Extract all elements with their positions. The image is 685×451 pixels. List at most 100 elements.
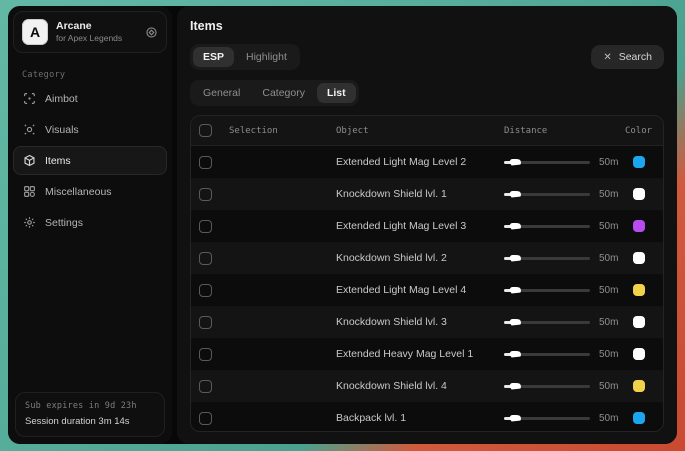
object-name: Knockdown Shield lvl. 4 xyxy=(336,380,504,392)
table-row[interactable]: Extended Heavy Mag Level 1 50m xyxy=(191,338,663,370)
category-section-label: Category xyxy=(22,70,158,80)
color-swatch[interactable] xyxy=(633,156,645,168)
distance-cell: 50m xyxy=(504,349,622,360)
sidebar-item-label: Miscellaneous xyxy=(45,186,112,198)
row-checkbox[interactable] xyxy=(199,412,212,425)
slider-handle[interactable] xyxy=(509,223,521,230)
slider-handle[interactable] xyxy=(509,255,521,262)
distance-cell: 50m xyxy=(504,189,622,200)
tab-esp[interactable]: ESP xyxy=(193,47,234,67)
color-swatch[interactable] xyxy=(633,412,645,424)
shield-badge-icon[interactable] xyxy=(145,26,158,39)
controls-row: ESPHighlight ✕ Search xyxy=(190,44,664,70)
tab-list[interactable]: List xyxy=(317,83,356,103)
table-row[interactable]: Backpack lvl. 150m xyxy=(191,402,663,432)
distance-cell: 50m xyxy=(504,381,622,392)
row-checkbox-cell xyxy=(199,220,229,233)
tab-general[interactable]: General xyxy=(193,83,250,103)
object-name: Extended Light Mag Level 3 xyxy=(336,220,504,232)
distance-value: 50m xyxy=(599,317,618,328)
table-row[interactable]: Extended Light Mag Level 350m xyxy=(191,210,663,242)
row-checkbox[interactable] xyxy=(199,348,212,361)
color-swatch[interactable] xyxy=(633,316,645,328)
color-swatch[interactable] xyxy=(633,220,645,232)
color-swatch[interactable] xyxy=(633,284,645,296)
row-checkbox[interactable] xyxy=(199,380,212,393)
row-checkbox[interactable] xyxy=(199,252,212,265)
distance-cell: 50m xyxy=(504,285,622,296)
sub-expiry-text: Sub expires in 9d 23h xyxy=(25,400,155,414)
distance-slider[interactable] xyxy=(504,350,590,358)
distance-slider[interactable] xyxy=(504,318,590,326)
color-cell xyxy=(622,380,655,392)
view-tabs: GeneralCategoryList xyxy=(190,80,359,106)
slider-handle[interactable] xyxy=(509,351,521,358)
app-window: A Arcane for Apex Legends Category Aimbo… xyxy=(8,6,677,444)
subscription-info-box: Sub expires in 9d 23h Session duration 3… xyxy=(15,392,165,437)
sidebar-item-aimbot[interactable]: Aimbot xyxy=(13,84,167,113)
table-body: Extended Light Mag Level 250mKnockdown S… xyxy=(191,146,663,432)
row-checkbox-cell xyxy=(199,348,229,361)
slider-handle[interactable] xyxy=(509,383,521,390)
app-logo: A xyxy=(22,19,48,45)
distance-value: 50m xyxy=(599,381,618,392)
search-button[interactable]: ✕ Search xyxy=(591,45,664,69)
distance-slider[interactable] xyxy=(504,222,590,230)
tab-category[interactable]: Category xyxy=(252,83,315,103)
row-checkbox[interactable] xyxy=(199,188,212,201)
sidebar-item-label: Visuals xyxy=(45,124,79,136)
table-row[interactable]: Extended Light Mag Level 250m xyxy=(191,146,663,178)
row-checkbox[interactable] xyxy=(199,284,212,297)
slider-handle[interactable] xyxy=(509,287,521,294)
sidebar-spacer xyxy=(8,237,172,385)
row-checkbox-cell xyxy=(199,380,229,393)
sidebar-item-miscellaneous[interactable]: Miscellaneous xyxy=(13,177,167,206)
sidebar-item-items[interactable]: Items xyxy=(13,146,167,175)
row-checkbox[interactable] xyxy=(199,220,212,233)
row-checkbox[interactable] xyxy=(199,316,212,329)
distance-slider[interactable] xyxy=(504,190,590,198)
sidebar-item-visuals[interactable]: Visuals xyxy=(13,115,167,144)
color-cell xyxy=(622,348,655,360)
distance-slider[interactable] xyxy=(504,254,590,262)
table-row[interactable]: Extended Light Mag Level 450m xyxy=(191,274,663,306)
sidebar-item-label: Aimbot xyxy=(45,93,78,105)
distance-slider[interactable] xyxy=(504,286,590,294)
distance-slider[interactable] xyxy=(504,158,590,166)
slider-handle[interactable] xyxy=(509,191,521,198)
color-cell xyxy=(622,188,655,200)
color-swatch[interactable] xyxy=(633,348,645,360)
object-name: Extended Heavy Mag Level 1 xyxy=(336,348,504,360)
color-swatch[interactable] xyxy=(633,188,645,200)
sidebar-item-label: Items xyxy=(45,155,71,167)
color-cell xyxy=(622,316,655,328)
table-row[interactable]: Knockdown Shield lvl. 250m xyxy=(191,242,663,274)
object-name: Extended Light Mag Level 2 xyxy=(336,156,504,168)
distance-cell: 50m xyxy=(504,221,622,232)
header-distance: Distance xyxy=(504,126,622,136)
select-all-checkbox[interactable] xyxy=(199,124,212,137)
header-color: Color xyxy=(622,126,655,136)
table-row[interactable]: Knockdown Shield lvl. 4 50m xyxy=(191,370,663,402)
distance-value: 50m xyxy=(599,413,618,424)
distance-slider[interactable] xyxy=(504,382,590,390)
page-title: Items xyxy=(190,19,664,33)
distance-cell: 50m xyxy=(504,317,622,328)
row-checkbox[interactable] xyxy=(199,156,212,169)
table-row[interactable]: Knockdown Shield lvl. 150m xyxy=(191,178,663,210)
distance-value: 50m xyxy=(599,253,618,264)
distance-value: 50m xyxy=(599,349,618,360)
slider-handle[interactable] xyxy=(509,415,521,422)
color-swatch[interactable] xyxy=(633,380,645,392)
row-checkbox-cell xyxy=(199,284,229,297)
slider-handle[interactable] xyxy=(509,159,521,166)
sidebar-item-settings[interactable]: Settings xyxy=(13,208,167,237)
distance-slider[interactable] xyxy=(504,414,590,422)
row-checkbox-cell xyxy=(199,252,229,265)
table-row[interactable]: Knockdown Shield lvl. 350m xyxy=(191,306,663,338)
gear-icon xyxy=(23,216,36,229)
color-swatch[interactable] xyxy=(633,252,645,264)
tab-highlight[interactable]: Highlight xyxy=(236,47,297,67)
view-tabs-row: GeneralCategoryList xyxy=(190,80,664,106)
slider-handle[interactable] xyxy=(509,319,521,326)
